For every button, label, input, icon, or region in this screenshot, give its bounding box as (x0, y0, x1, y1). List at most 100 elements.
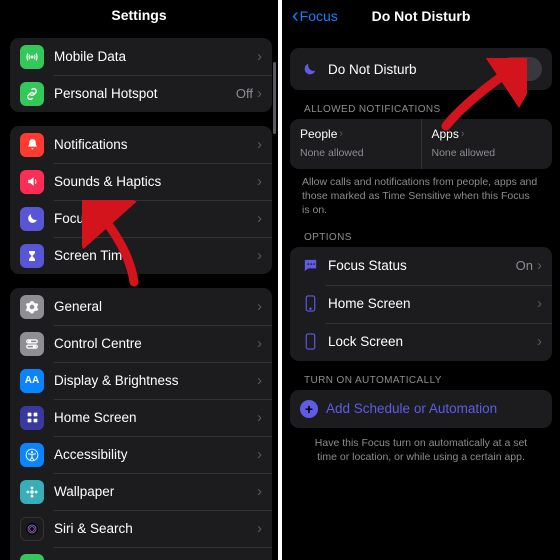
section-header-options: OPTIONS (290, 218, 552, 247)
row-siri[interactable]: Siri & Search › (10, 510, 272, 547)
options-card: Focus Status On › Home Screen › Lock Scr… (290, 247, 552, 361)
row-faceid[interactable]: Face ID & Passcode › (10, 547, 272, 560)
home-screen-icon (300, 294, 320, 314)
chevron-right-icon: › (257, 174, 262, 189)
row-control-centre[interactable]: Control Centre › (10, 325, 272, 362)
col-title: People (300, 127, 337, 141)
add-schedule-button[interactable]: + Add Schedule or Automation (290, 390, 552, 428)
row-focus-status[interactable]: Focus Status On › (290, 247, 552, 285)
chevron-right-icon: › (257, 447, 262, 462)
section-footer-allowed: Allow calls and notifications from peopl… (290, 169, 552, 218)
chevron-right-icon: › (257, 336, 262, 351)
chevron-right-icon: › (461, 128, 465, 140)
chevron-right-icon: › (257, 484, 262, 499)
switches-icon (20, 332, 44, 356)
row-personal-hotspot[interactable]: Personal Hotspot Off › (10, 75, 272, 112)
dnd-toggle-card: Do Not Disturb (290, 48, 552, 90)
dnd-toggle-row[interactable]: Do Not Disturb (290, 48, 552, 90)
row-label: Personal Hotspot (54, 86, 236, 101)
allowed-card: People› None allowed Apps› None allowed (290, 119, 552, 169)
text-size-icon: AA (20, 369, 44, 393)
row-wallpaper[interactable]: Wallpaper › (10, 473, 272, 510)
chevron-right-icon: › (257, 248, 262, 263)
dnd-screen: ‹ Focus Do Not Disturb Do Not Disturb (282, 0, 560, 560)
chevron-right-icon: › (537, 257, 542, 274)
row-label: Control Centre (54, 336, 257, 351)
siri-icon (20, 517, 44, 541)
row-focus[interactable]: Focus › (10, 200, 272, 237)
scrollbar-icon[interactable] (273, 62, 276, 134)
toggle-knob (502, 59, 522, 79)
chat-icon (300, 256, 320, 276)
row-label: Home Screen (328, 296, 537, 311)
settings-group-general: General › Control Centre › AA Display & … (10, 288, 272, 560)
allowed-people[interactable]: People› None allowed (290, 119, 421, 169)
row-value: On (516, 258, 533, 273)
moon-icon (300, 59, 320, 79)
section-header-auto: TURN ON AUTOMATICALLY (290, 361, 552, 390)
chevron-right-icon: › (257, 521, 262, 536)
back-button[interactable]: ‹ Focus (292, 6, 338, 26)
row-screen-time[interactable]: Screen Time › (10, 237, 272, 274)
lock-screen-icon (300, 332, 320, 352)
bell-icon (20, 133, 44, 157)
chevron-right-icon: › (257, 49, 262, 64)
faceid-icon (20, 554, 44, 560)
nav-bar: ‹ Focus Do Not Disturb (282, 0, 560, 32)
chevron-left-icon: ‹ (292, 6, 299, 26)
row-home-screen-option[interactable]: Home Screen › (290, 285, 552, 323)
chevron-right-icon: › (257, 373, 262, 388)
link-icon (20, 82, 44, 106)
section-header-allowed: ALLOWED NOTIFICATIONS (290, 90, 552, 119)
section-footer-auto: Have this Focus turn on automatically at… (290, 428, 552, 472)
page-title: Settings (0, 0, 278, 30)
auto-card: + Add Schedule or Automation (290, 390, 552, 428)
chevron-right-icon: › (257, 410, 262, 425)
col-sub: None allowed (300, 147, 411, 159)
row-general[interactable]: General › (10, 288, 272, 325)
chevron-right-icon: › (257, 137, 262, 152)
col-sub: None allowed (432, 147, 543, 159)
row-detail: Off (236, 86, 253, 101)
gear-icon (20, 295, 44, 319)
row-notifications[interactable]: Notifications › (10, 126, 272, 163)
chevron-right-icon: › (257, 211, 262, 226)
row-label: Display & Brightness (54, 373, 257, 388)
accessibility-icon (20, 443, 44, 467)
settings-group-notifications: Notifications › Sounds & Haptics › Focus… (10, 126, 272, 274)
row-sounds[interactable]: Sounds & Haptics › (10, 163, 272, 200)
chevron-right-icon: › (537, 295, 542, 312)
back-label: Focus (300, 8, 338, 24)
col-title: Apps (432, 127, 459, 141)
hourglass-icon (20, 244, 44, 268)
plus-icon: + (300, 400, 318, 418)
dnd-label: Do Not Disturb (328, 62, 500, 77)
row-label: Lock Screen (328, 334, 537, 349)
row-label: Siri & Search (54, 521, 257, 536)
row-home-screen[interactable]: Home Screen › (10, 399, 272, 436)
antenna-icon (20, 45, 44, 69)
row-label: Mobile Data (54, 49, 257, 64)
row-label: Wallpaper (54, 484, 257, 499)
row-label: Focus (54, 211, 257, 226)
row-display[interactable]: AA Display & Brightness › (10, 362, 272, 399)
dnd-toggle[interactable] (500, 57, 542, 81)
row-accessibility[interactable]: Accessibility › (10, 436, 272, 473)
chevron-right-icon: › (537, 333, 542, 350)
row-label: Home Screen (54, 410, 257, 425)
moon-icon (20, 207, 44, 231)
row-label: Focus Status (328, 258, 516, 273)
row-mobile-data[interactable]: Mobile Data › (10, 38, 272, 75)
allowed-apps[interactable]: Apps› None allowed (421, 119, 553, 169)
row-label: Screen Time (54, 248, 257, 263)
row-label: Sounds & Haptics (54, 174, 257, 189)
row-label: Notifications (54, 137, 257, 152)
chevron-right-icon: › (257, 86, 262, 101)
row-lock-screen-option[interactable]: Lock Screen › (290, 323, 552, 361)
chevron-right-icon: › (339, 128, 343, 140)
speaker-icon (20, 170, 44, 194)
row-label: Accessibility (54, 447, 257, 462)
flower-icon (20, 480, 44, 504)
settings-screen: Settings Mobile Data › Personal Hotspot … (0, 0, 278, 560)
settings-group-connectivity: Mobile Data › Personal Hotspot Off › (10, 38, 272, 112)
